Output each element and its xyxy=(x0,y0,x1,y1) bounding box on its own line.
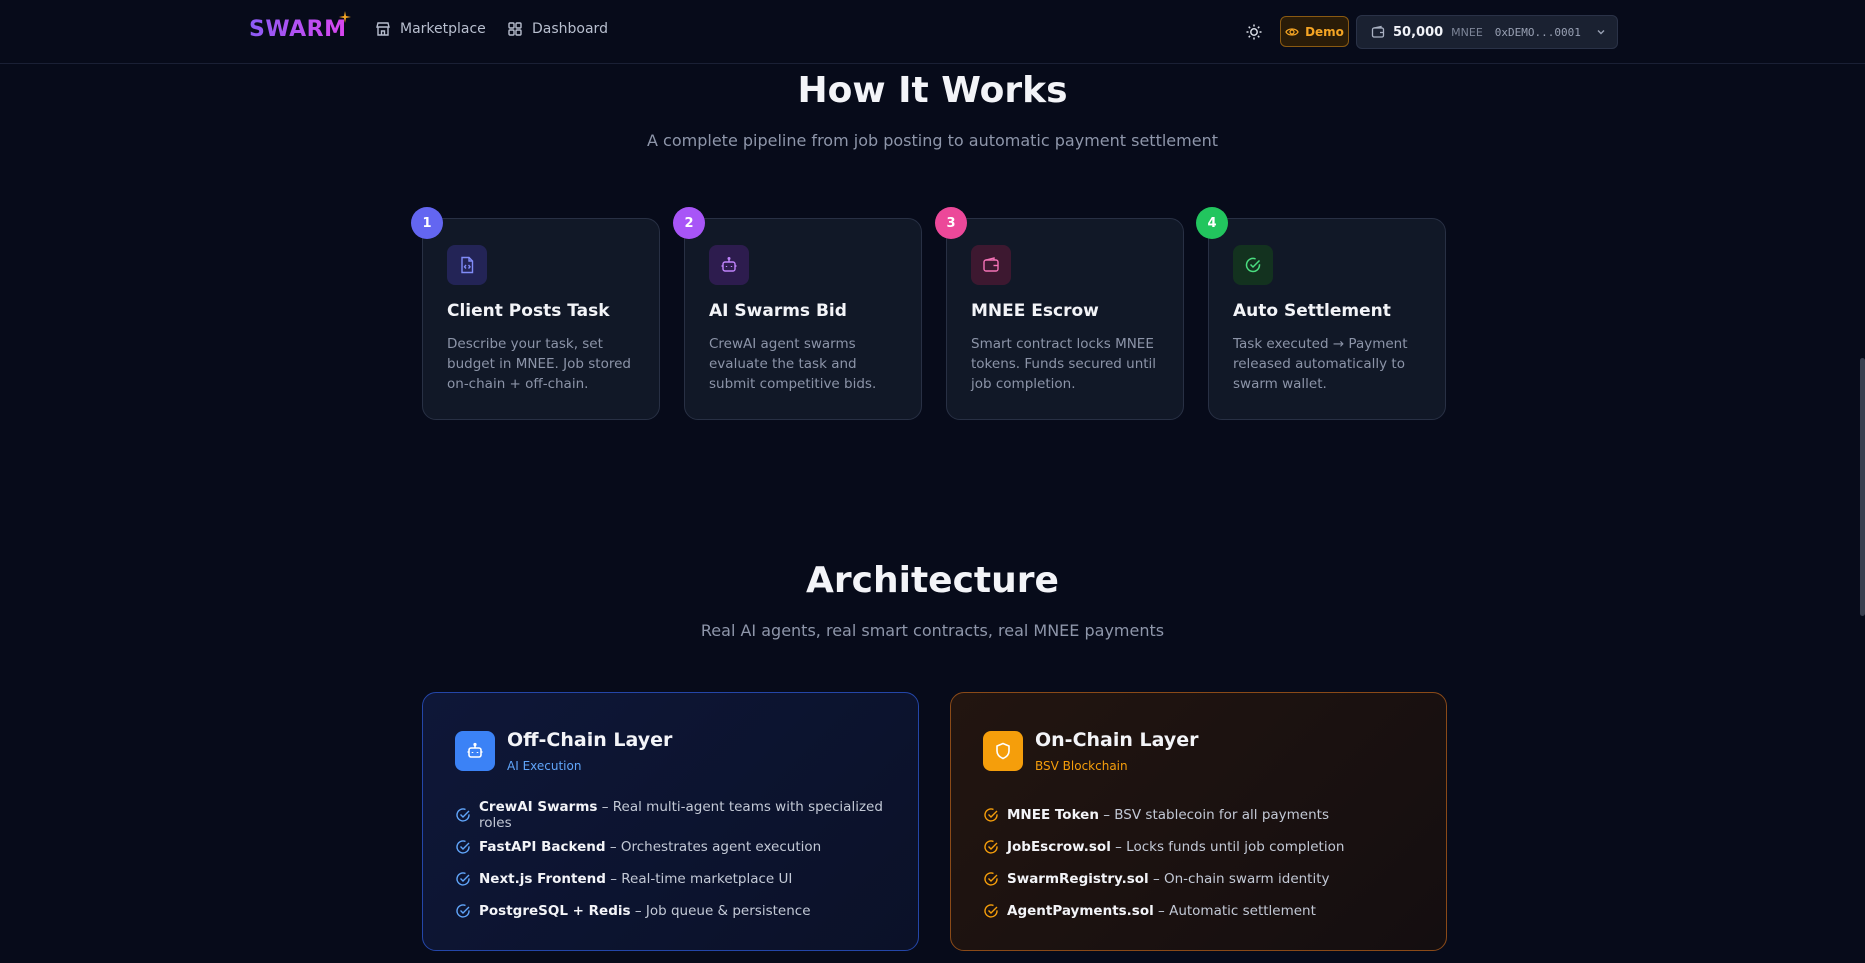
logo[interactable]: SWARM xyxy=(249,17,346,42)
list-item: CrewAI Swarms – Real multi-agent teams w… xyxy=(455,799,918,831)
step-icon-wrap xyxy=(971,245,1011,285)
sparkle-icon xyxy=(339,11,351,23)
list-item: SwarmRegistry.sol – On-chain swarm ident… xyxy=(983,863,1344,895)
list-item: Next.js Frontend – Real-time marketplace… xyxy=(455,863,918,895)
item-text: – Job queue & persistence xyxy=(630,903,811,919)
list-item: MNEE Token – BSV stablecoin for all paym… xyxy=(983,799,1344,831)
wallet-button[interactable]: 50,000 MNEE 0xDEMO...0001 xyxy=(1356,15,1618,49)
page-scrollbar[interactable] xyxy=(1860,358,1865,616)
layer-title: On-Chain Layer xyxy=(1035,729,1199,751)
step-card-auto-settlement: Auto Settlement Task executed → Payment … xyxy=(1208,218,1446,420)
offchain-layer-card: Off-Chain Layer AI Execution CrewAI Swar… xyxy=(422,692,919,951)
wallet-balance: 50,000 xyxy=(1393,24,1444,40)
item-text: – Orchestrates agent execution xyxy=(605,839,822,855)
item-text: – BSV stablecoin for all payments xyxy=(1098,807,1330,823)
step-description: Task executed → Payment released automat… xyxy=(1233,336,1408,392)
nav-link-dashboard[interactable]: Dashboard xyxy=(507,21,608,37)
step-card-client-posts-task: Client Posts Task Describe your task, se… xyxy=(422,218,660,420)
list-item: JobEscrow.sol – Locks funds until job co… xyxy=(983,831,1344,863)
item-name: MNEE Token xyxy=(1007,807,1099,823)
chevron-down-icon xyxy=(1597,30,1605,35)
wallet-icon xyxy=(983,257,999,272)
step-description: Smart contract locks MNEE tokens. Funds … xyxy=(971,336,1157,392)
check-circle-icon xyxy=(984,904,998,918)
nav-link-label: Marketplace xyxy=(400,21,486,37)
item-text: – Automatic settlement xyxy=(1153,903,1316,919)
item-text: – On-chain swarm identity xyxy=(1148,871,1330,887)
item-name: Next.js Frontend xyxy=(479,871,606,887)
section-title: How It Works xyxy=(797,70,1068,111)
item-name: JobEscrow.sol xyxy=(1007,839,1111,855)
store-icon xyxy=(376,22,390,36)
nav-link-marketplace[interactable]: Marketplace xyxy=(375,21,486,37)
step-number: 1 xyxy=(411,207,443,239)
step-description: CrewAI agent swarms evaluate the task an… xyxy=(709,336,877,392)
demo-mode-badge[interactable]: Demo xyxy=(1280,16,1349,47)
check-circle-icon xyxy=(456,840,470,854)
step-icon-wrap xyxy=(1233,245,1273,285)
item-name: AgentPayments.sol xyxy=(1007,903,1154,919)
section-title: Architecture xyxy=(806,560,1059,601)
list-item: AgentPayments.sol – Automatic settlement xyxy=(983,895,1344,927)
list-item: FastAPI Backend – Orchestrates agent exe… xyxy=(455,831,918,863)
layer-subtitle: AI Execution xyxy=(507,759,582,773)
item-text: – Real-time marketplace UI xyxy=(605,871,793,887)
section-subtitle: Real AI agents, real smart contracts, re… xyxy=(700,621,1165,640)
item-name: FastAPI Backend xyxy=(479,839,606,855)
check-circle-icon xyxy=(1245,257,1261,273)
check-circle-icon xyxy=(984,872,998,886)
step-description: Describe your task, set budget in MNEE. … xyxy=(447,336,631,392)
item-name: SwarmRegistry.sol xyxy=(1007,871,1149,887)
check-circle-icon xyxy=(984,840,998,854)
sun-icon[interactable] xyxy=(1244,22,1264,42)
eye-icon xyxy=(1285,27,1299,36)
bot-icon xyxy=(467,742,483,758)
shield-icon xyxy=(996,742,1010,760)
wallet-unit: MNEE xyxy=(1451,25,1483,39)
step-number: 3 xyxy=(935,207,967,239)
layer-subtitle: BSV Blockchain xyxy=(1035,759,1128,773)
step-title: Auto Settlement xyxy=(1233,301,1391,321)
step-icon-wrap xyxy=(709,245,749,285)
section-subtitle: A complete pipeline from job posting to … xyxy=(647,131,1218,150)
check-circle-icon xyxy=(984,808,998,822)
step-card-mnee-escrow: MNEE Escrow Smart contract locks MNEE to… xyxy=(946,218,1184,420)
file-code-icon xyxy=(461,256,474,274)
layer-icon-wrap xyxy=(983,731,1023,771)
step-number: 4 xyxy=(1196,207,1228,239)
grid-icon xyxy=(508,22,522,36)
bot-icon xyxy=(721,257,737,272)
feature-list: CrewAI Swarms – Real multi-agent teams w… xyxy=(455,799,918,927)
step-title: MNEE Escrow xyxy=(971,301,1099,321)
check-circle-icon xyxy=(456,808,470,822)
item-text: – Locks funds until job completion xyxy=(1110,839,1345,855)
item-name: PostgreSQL + Redis xyxy=(479,903,631,919)
step-title: AI Swarms Bid xyxy=(709,301,847,321)
demo-label: Demo xyxy=(1305,24,1344,39)
check-circle-icon xyxy=(456,904,470,918)
step-title: Client Posts Task xyxy=(447,301,610,321)
layer-title: Off-Chain Layer xyxy=(507,729,673,751)
list-item: PostgreSQL + Redis – Job queue & persist… xyxy=(455,895,918,927)
item-name: CrewAI Swarms xyxy=(479,799,598,815)
nav-link-label: Dashboard xyxy=(532,21,608,37)
wallet-address: 0xDEMO...0001 xyxy=(1494,25,1581,39)
top-nav: SWARM Marketplace Dashboard Demo 50,000 … xyxy=(0,0,1865,64)
step-icon-wrap xyxy=(447,245,487,285)
wallet-icon xyxy=(1371,25,1385,38)
onchain-layer-card: On-Chain Layer BSV Blockchain MNEE Token… xyxy=(950,692,1447,951)
feature-list: MNEE Token – BSV stablecoin for all paym… xyxy=(983,799,1344,927)
step-number: 2 xyxy=(673,207,705,239)
step-card-ai-swarms-bid: AI Swarms Bid CrewAI agent swarms evalua… xyxy=(684,218,922,420)
layer-icon-wrap xyxy=(455,731,495,771)
check-circle-icon xyxy=(456,872,470,886)
